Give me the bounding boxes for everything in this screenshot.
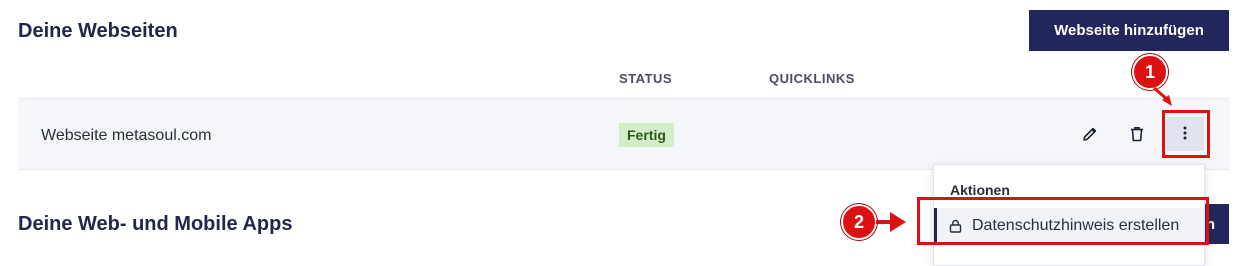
trash-icon [1128, 125, 1146, 146]
status-badge: Fertig [619, 123, 674, 147]
arrow-icon [876, 212, 906, 232]
websites-section-title: Deine Webseiten [18, 20, 178, 42]
website-name: Webseite metasoul.com [41, 127, 212, 144]
add-website-button[interactable]: Webseite hinzufügen [1029, 10, 1229, 51]
highlight-box-menu-item [917, 197, 1209, 245]
highlight-box-more-button [1162, 110, 1210, 158]
step-marker-2: 2 [841, 204, 877, 240]
column-header-status: STATUS [619, 71, 673, 86]
apps-section-title: Deine Web- und Mobile Apps [18, 213, 293, 235]
delete-button[interactable] [1119, 117, 1155, 153]
arrow-icon [1153, 86, 1172, 106]
dropdown-header: Aktionen [950, 182, 1010, 198]
step-marker-1: 1 [1132, 54, 1168, 90]
column-header-quicklinks: QUICKLINKS [769, 71, 855, 86]
edit-button[interactable] [1072, 117, 1108, 153]
website-row: Webseite metasoul.com Fertig [18, 98, 1230, 170]
pencil-icon [1081, 125, 1099, 146]
